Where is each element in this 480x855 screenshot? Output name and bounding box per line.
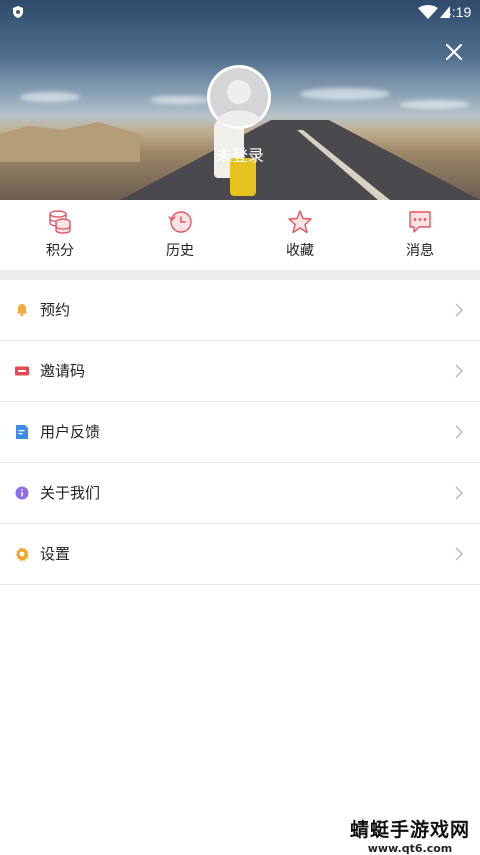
avatar[interactable] [207,65,271,129]
menu-item-reservation[interactable]: 预约 [0,280,480,341]
info-icon [15,486,29,500]
action-points[interactable]: 积分 [0,200,120,270]
bell-icon [17,304,27,317]
chevron-right-icon [455,303,463,317]
cloud [20,92,80,102]
action-label: 积分 [46,243,74,259]
action-label: 收藏 [286,243,314,259]
cloud [400,100,470,109]
chevron-right-icon [455,364,463,378]
menu-label: 预约 [40,301,71,319]
action-history[interactable]: 历史 [120,200,240,270]
cloud [150,96,210,104]
login-status[interactable]: 未登录 [0,142,480,166]
menu-item-feedback[interactable]: 用户反馈 [0,402,480,463]
status-bar: 4:19 [0,0,480,24]
shield-icon [13,6,23,18]
menu-item-about[interactable]: 关于我们 [0,463,480,524]
menu-label: 关于我们 [40,484,101,502]
wifi-icon [418,5,438,19]
star-icon [288,210,312,234]
close-icon[interactable] [440,38,468,66]
menu-item-invite-code[interactable]: 邀请码 [0,341,480,402]
menu-label: 邀请码 [40,362,86,380]
settings-icon [15,547,29,562]
quick-actions: 积分 历史 收藏 消息 [0,200,480,270]
message-icon [409,211,431,233]
chevron-right-icon [455,425,463,439]
status-time: 4:19 [444,4,472,20]
coins-icon [49,210,71,234]
history-icon [168,211,192,233]
cloud [300,88,390,100]
user-placeholder-icon [208,66,270,128]
action-messages[interactable]: 消息 [360,200,480,270]
chevron-right-icon [455,486,463,500]
menu-label: 用户反馈 [40,423,101,441]
action-label: 历史 [166,243,194,259]
menu-label: 设置 [40,545,71,563]
section-divider [0,270,480,280]
action-favorites[interactable]: 收藏 [240,200,360,270]
watermark-title: 蜻蜓手游戏网 [349,819,470,841]
profile-header: 4:19 未登录 [0,0,480,200]
action-label: 消息 [406,243,434,259]
menu-list: 预约 邀请码 用户反馈 关于我们 设置 [0,280,480,585]
feedback-icon [16,425,28,439]
menu-item-settings[interactable]: 设置 [0,524,480,585]
watermark-url: www.qt6.com [367,842,453,855]
ticket-icon [15,366,29,376]
watermark: 蜻蜓手游戏网 www.qt6.com [340,815,480,855]
chevron-right-icon [455,547,463,561]
